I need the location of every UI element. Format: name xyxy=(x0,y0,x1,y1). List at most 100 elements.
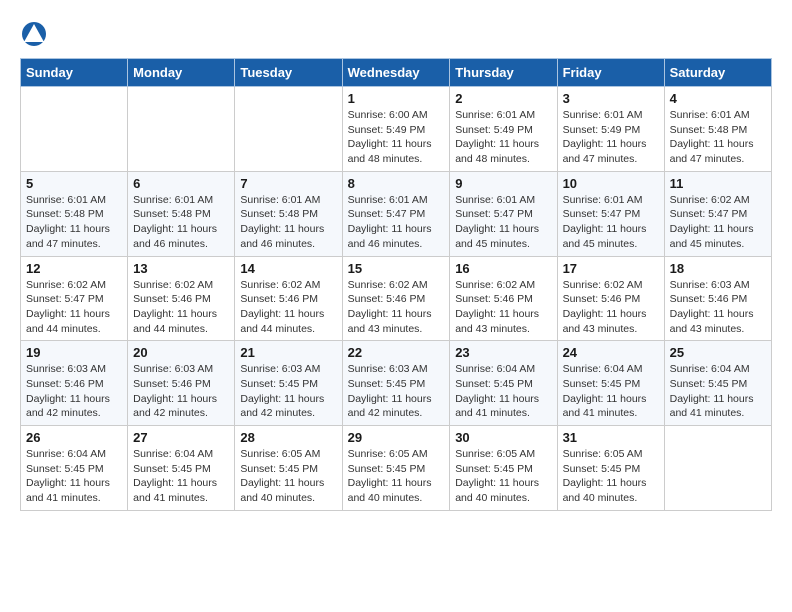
calendar-empty xyxy=(128,87,235,172)
weekday-header-saturday: Saturday xyxy=(664,59,771,87)
calendar-day-23: 23Sunrise: 6:04 AMSunset: 5:45 PMDayligh… xyxy=(450,341,557,426)
calendar-day-13: 13 Sunrise: 6:02 AMSunset: 5:46 PMDayligh… xyxy=(128,256,235,341)
calendar-day-1: 1 Sunrise: 6:00 AMSunset: 5:49 PMDaylight… xyxy=(342,87,450,172)
calendar-day-12: 12 Sunrise: 6:02 AMSunset: 5:47 PMDayligh… xyxy=(21,256,128,341)
day-number: 23 xyxy=(455,345,551,360)
weekday-header-tuesday: Tuesday xyxy=(235,59,342,87)
day-number: 9 xyxy=(455,176,551,191)
calendar-day-8: 8Sunrise: 6:01 AMSunset: 5:47 PMDaylight… xyxy=(342,171,450,256)
day-info: Sunrise: 6:05 AMSunset: 5:45 PMDaylight:… xyxy=(348,447,445,506)
day-info: Sunrise: 6:02 AMSunset: 5:46 PMDaylight:… xyxy=(455,278,551,337)
calendar-day-11: 11 Sunrise: 6:02 AMSunset: 5:47 PMDayligh… xyxy=(664,171,771,256)
logo-icon xyxy=(20,20,48,48)
day-info: Sunrise: 6:03 AMSunset: 5:45 PMDaylight:… xyxy=(240,362,336,421)
day-info: Sunrise: 6:04 AMSunset: 5:45 PMDaylight:… xyxy=(26,447,122,506)
day-number: 20 xyxy=(133,345,229,360)
day-number: 18 xyxy=(670,261,766,276)
calendar-day-15: 15Sunrise: 6:02 AMSunset: 5:46 PMDayligh… xyxy=(342,256,450,341)
day-info: Sunrise: 6:02 AMSunset: 5:47 PMDaylight:… xyxy=(26,278,122,337)
day-number: 22 xyxy=(348,345,445,360)
calendar-day-16: 16 Sunrise: 6:02 AMSunset: 5:46 PMDayligh… xyxy=(450,256,557,341)
weekday-header-sunday: Sunday xyxy=(21,59,128,87)
calendar-day-9: 9 Sunrise: 6:01 AMSunset: 5:47 PMDaylight… xyxy=(450,171,557,256)
day-number: 28 xyxy=(240,430,336,445)
calendar-day-24: 24 Sunrise: 6:04 AMSunset: 5:45 PMDayligh… xyxy=(557,341,664,426)
day-info: Sunrise: 6:01 AMSunset: 5:48 PMDaylight:… xyxy=(240,193,336,252)
day-info: Sunrise: 6:03 AMSunset: 5:46 PMDaylight:… xyxy=(26,362,122,421)
day-number: 30 xyxy=(455,430,551,445)
logo xyxy=(20,20,52,48)
calendar-day-2: 2Sunrise: 6:01 AMSunset: 5:49 PMDaylight… xyxy=(450,87,557,172)
day-info: Sunrise: 6:02 AMSunset: 5:47 PMDaylight:… xyxy=(670,193,766,252)
page: SundayMondayTuesdayWednesdayThursdayFrid… xyxy=(0,0,792,531)
calendar-day-26: 26 Sunrise: 6:04 AMSunset: 5:45 PMDayligh… xyxy=(21,426,128,511)
day-number: 1 xyxy=(348,91,445,106)
day-info: Sunrise: 6:04 AMSunset: 5:45 PMDaylight:… xyxy=(563,362,659,421)
day-number: 29 xyxy=(348,430,445,445)
day-number: 17 xyxy=(563,261,659,276)
day-number: 19 xyxy=(26,345,122,360)
calendar-day-25: 25 Sunrise: 6:04 AMSunset: 5:45 PMDayligh… xyxy=(664,341,771,426)
calendar-day-3: 3 Sunrise: 6:01 AMSunset: 5:49 PMDaylight… xyxy=(557,87,664,172)
day-info: Sunrise: 6:01 AMSunset: 5:48 PMDaylight:… xyxy=(26,193,122,252)
day-number: 26 xyxy=(26,430,122,445)
calendar-empty xyxy=(664,426,771,511)
calendar-day-10: 10Sunrise: 6:01 AMSunset: 5:47 PMDayligh… xyxy=(557,171,664,256)
day-number: 5 xyxy=(26,176,122,191)
day-number: 31 xyxy=(563,430,659,445)
day-info: Sunrise: 6:01 AMSunset: 5:49 PMDaylight:… xyxy=(455,108,551,167)
day-number: 7 xyxy=(240,176,336,191)
day-number: 15 xyxy=(348,261,445,276)
day-info: Sunrise: 6:02 AMSunset: 5:46 PMDaylight:… xyxy=(563,278,659,337)
day-info: Sunrise: 6:05 AMSunset: 5:45 PMDaylight:… xyxy=(240,447,336,506)
calendar-day-5: 5 Sunrise: 6:01 AMSunset: 5:48 PMDaylight… xyxy=(21,171,128,256)
day-info: Sunrise: 6:04 AMSunset: 5:45 PMDaylight:… xyxy=(670,362,766,421)
day-info: Sunrise: 6:01 AMSunset: 5:47 PMDaylight:… xyxy=(348,193,445,252)
day-info: Sunrise: 6:03 AMSunset: 5:45 PMDaylight:… xyxy=(348,362,445,421)
calendar-day-31: 31 Sunrise: 6:05 AMSunset: 5:45 PMDayligh… xyxy=(557,426,664,511)
calendar-day-18: 18 Sunrise: 6:03 AMSunset: 5:46 PMDayligh… xyxy=(664,256,771,341)
day-info: Sunrise: 6:00 AMSunset: 5:49 PMDaylight:… xyxy=(348,108,445,167)
calendar-week-1: 1 Sunrise: 6:00 AMSunset: 5:49 PMDaylight… xyxy=(21,87,772,172)
weekday-header-wednesday: Wednesday xyxy=(342,59,450,87)
calendar-day-19: 19 Sunrise: 6:03 AMSunset: 5:46 PMDayligh… xyxy=(21,341,128,426)
calendar-day-30: 30 Sunrise: 6:05 AMSunset: 5:45 PMDayligh… xyxy=(450,426,557,511)
day-number: 25 xyxy=(670,345,766,360)
day-info: Sunrise: 6:05 AMSunset: 5:45 PMDaylight:… xyxy=(455,447,551,506)
day-info: Sunrise: 6:01 AMSunset: 5:49 PMDaylight:… xyxy=(563,108,659,167)
weekday-header-friday: Friday xyxy=(557,59,664,87)
calendar-day-17: 17 Sunrise: 6:02 AMSunset: 5:46 PMDayligh… xyxy=(557,256,664,341)
day-number: 27 xyxy=(133,430,229,445)
calendar-day-6: 6 Sunrise: 6:01 AMSunset: 5:48 PMDaylight… xyxy=(128,171,235,256)
calendar-day-21: 21 Sunrise: 6:03 AMSunset: 5:45 PMDayligh… xyxy=(235,341,342,426)
calendar-week-2: 5 Sunrise: 6:01 AMSunset: 5:48 PMDaylight… xyxy=(21,171,772,256)
weekday-header-monday: Monday xyxy=(128,59,235,87)
calendar-header: SundayMondayTuesdayWednesdayThursdayFrid… xyxy=(21,59,772,87)
day-info: Sunrise: 6:05 AMSunset: 5:45 PMDaylight:… xyxy=(563,447,659,506)
day-info: Sunrise: 6:03 AMSunset: 5:46 PMDaylight:… xyxy=(670,278,766,337)
day-info: Sunrise: 6:02 AMSunset: 5:46 PMDaylight:… xyxy=(133,278,229,337)
day-info: Sunrise: 6:04 AMSunset: 5:45 PMDaylight:… xyxy=(133,447,229,506)
day-number: 3 xyxy=(563,91,659,106)
day-number: 14 xyxy=(240,261,336,276)
day-number: 12 xyxy=(26,261,122,276)
calendar-empty xyxy=(21,87,128,172)
day-info: Sunrise: 6:01 AMSunset: 5:47 PMDaylight:… xyxy=(455,193,551,252)
day-number: 24 xyxy=(563,345,659,360)
day-info: Sunrise: 6:01 AMSunset: 5:48 PMDaylight:… xyxy=(133,193,229,252)
day-number: 13 xyxy=(133,261,229,276)
calendar-week-5: 26 Sunrise: 6:04 AMSunset: 5:45 PMDayligh… xyxy=(21,426,772,511)
calendar-week-4: 19 Sunrise: 6:03 AMSunset: 5:46 PMDayligh… xyxy=(21,341,772,426)
calendar-body: 1 Sunrise: 6:00 AMSunset: 5:49 PMDaylight… xyxy=(21,87,772,511)
day-number: 21 xyxy=(240,345,336,360)
day-number: 11 xyxy=(670,176,766,191)
day-number: 16 xyxy=(455,261,551,276)
header xyxy=(20,20,772,48)
weekday-header-thursday: Thursday xyxy=(450,59,557,87)
calendar-day-29: 29 Sunrise: 6:05 AMSunset: 5:45 PMDayligh… xyxy=(342,426,450,511)
day-number: 10 xyxy=(563,176,659,191)
calendar-day-4: 4Sunrise: 6:01 AMSunset: 5:48 PMDaylight… xyxy=(664,87,771,172)
day-info: Sunrise: 6:03 AMSunset: 5:46 PMDaylight:… xyxy=(133,362,229,421)
calendar-day-27: 27 Sunrise: 6:04 AMSunset: 5:45 PMDayligh… xyxy=(128,426,235,511)
day-number: 6 xyxy=(133,176,229,191)
